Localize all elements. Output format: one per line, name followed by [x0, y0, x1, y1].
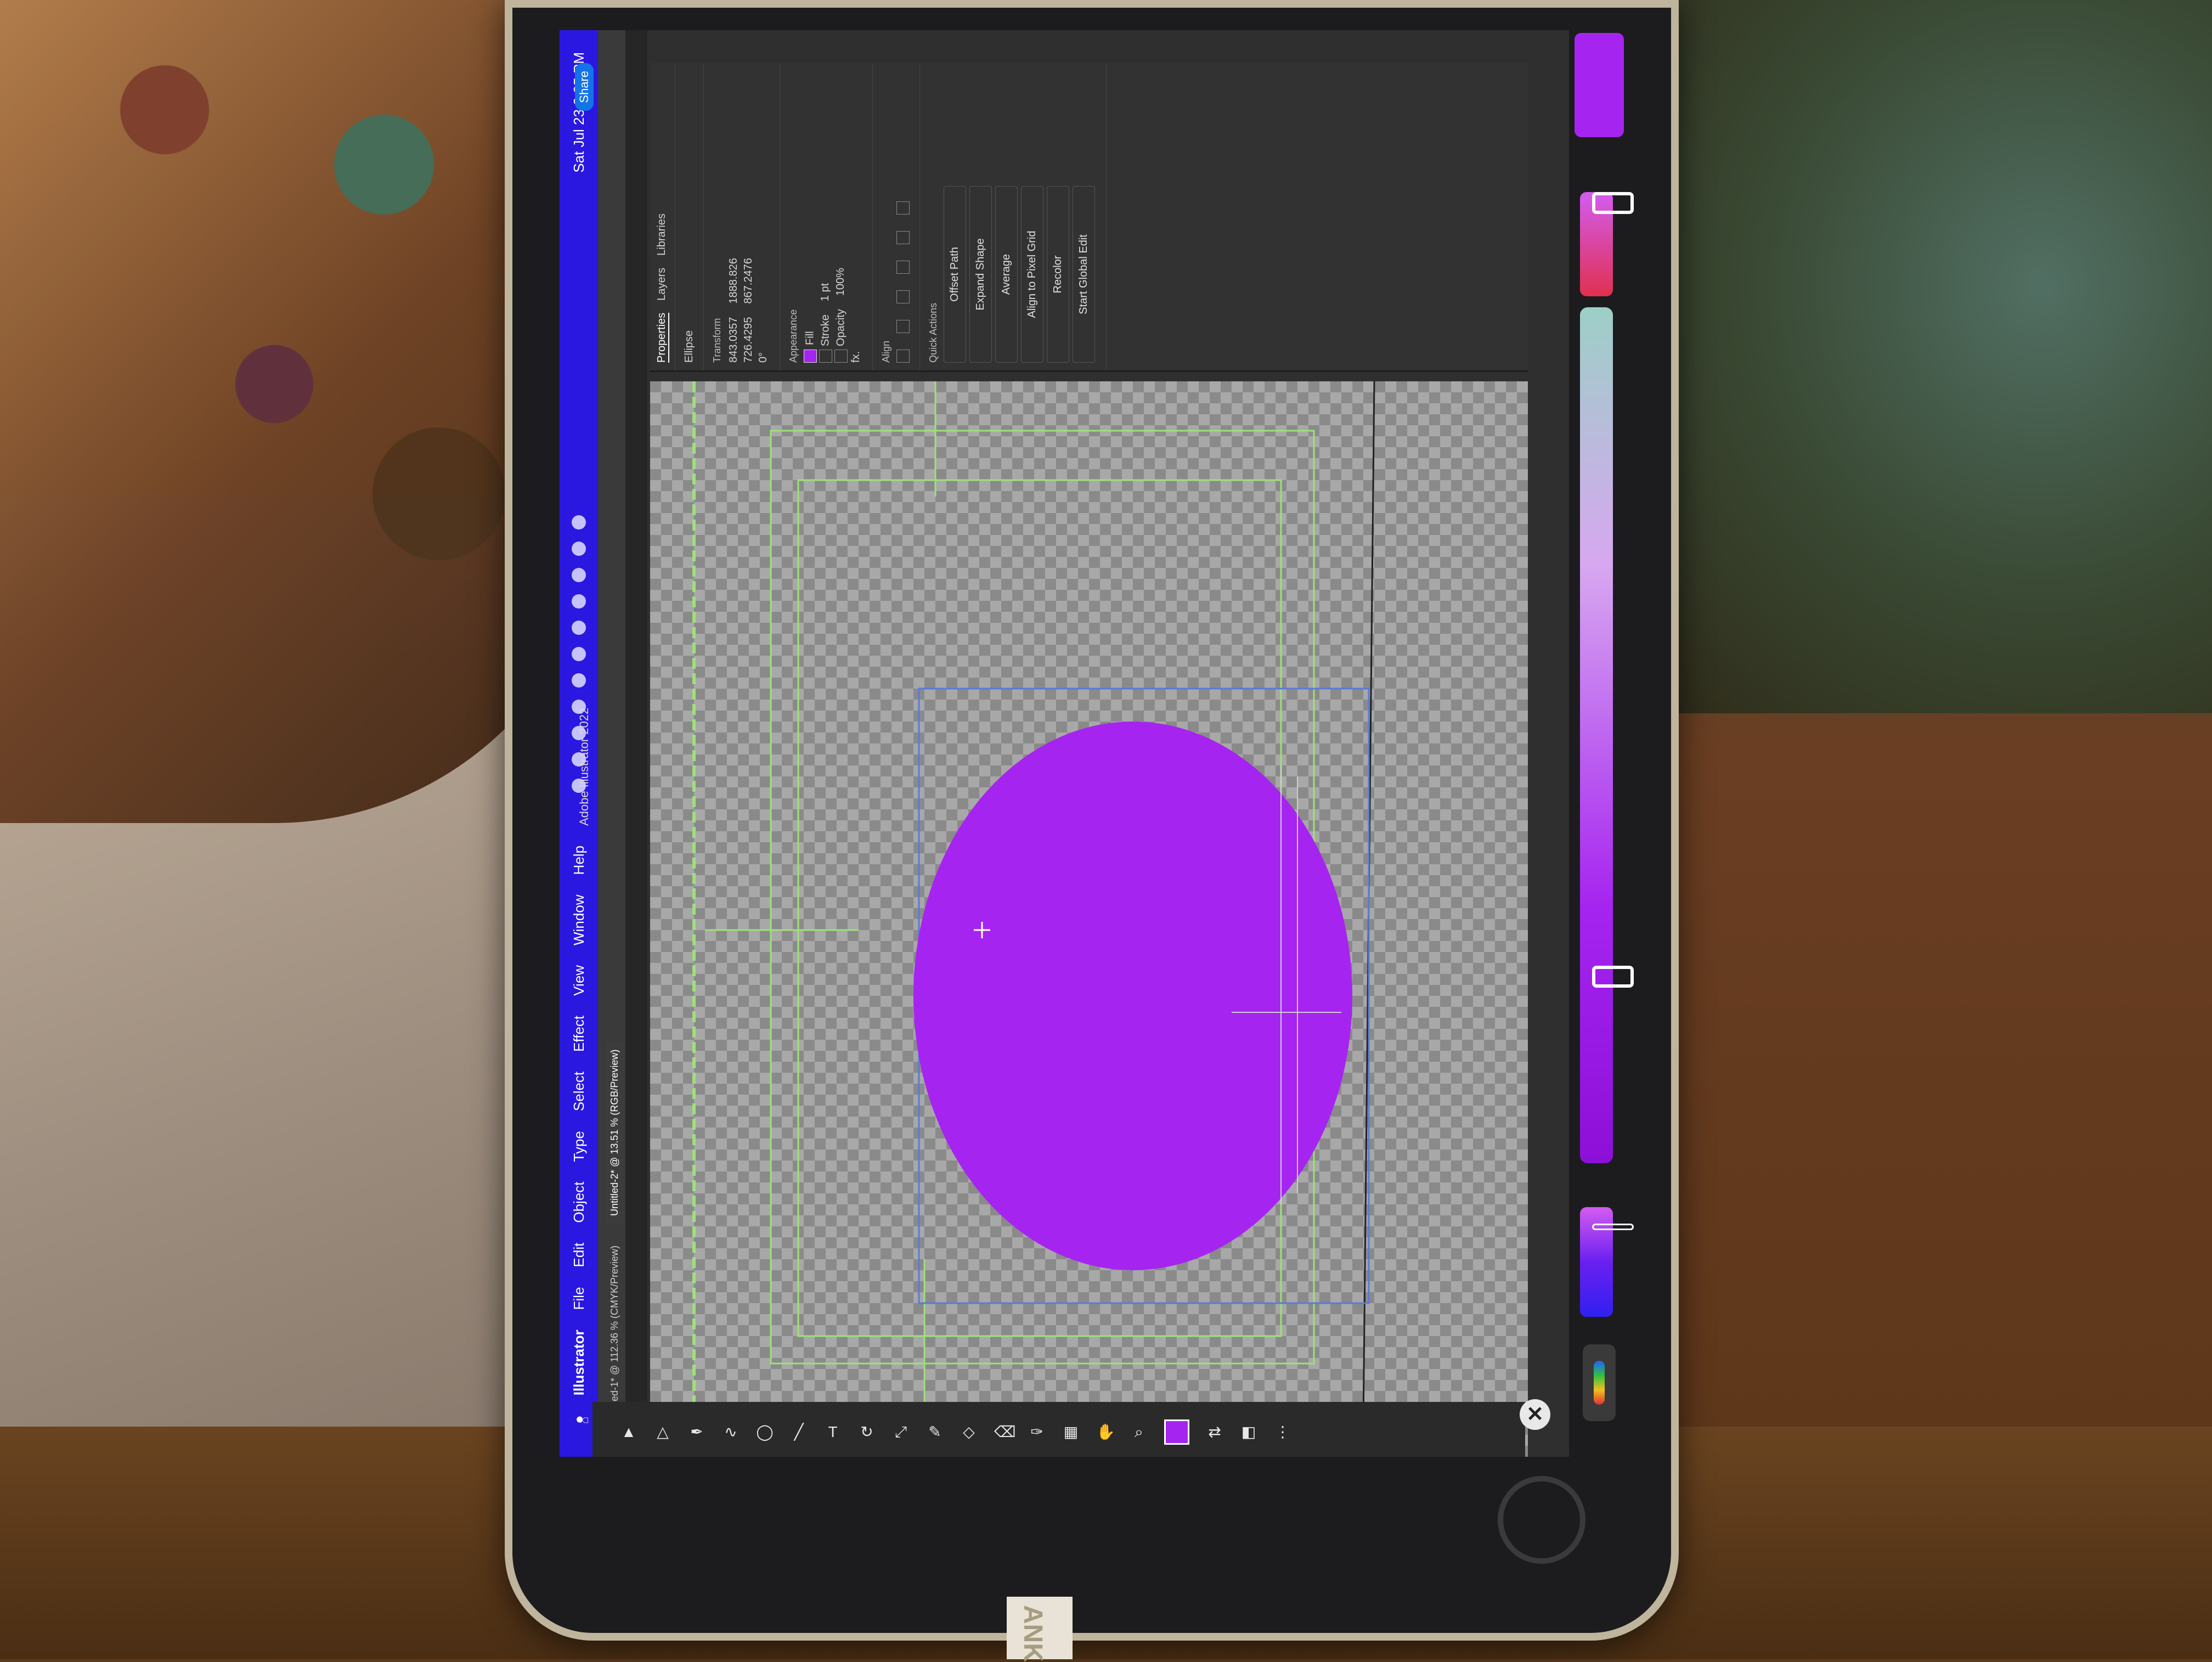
swap-colors-icon[interactable]: ⇄ [1206, 1423, 1223, 1441]
stroke-weight-field[interactable]: 1 pt [819, 283, 832, 301]
opacity-icon [834, 350, 848, 363]
hand-tool-icon[interactable]: ✋ [1096, 1423, 1115, 1441]
align-center-icon[interactable] [896, 320, 910, 333]
gradient-tool-icon[interactable]: ▦ [1062, 1423, 1080, 1441]
panel-tabs: Properties Layers Libraries [650, 63, 675, 370]
align-bottom-icon[interactable] [896, 201, 910, 215]
rotate-tool-icon[interactable]: ↻ [858, 1423, 876, 1441]
transform-section: Transform 843.0357 1888.826 726.4295 867… [704, 63, 780, 370]
start-global-edit-button[interactable]: Start Global Edit [1073, 186, 1095, 363]
expand-shape-button[interactable]: Expand Shape [969, 186, 992, 363]
scale-tool-icon[interactable]: ⤢ [892, 1423, 910, 1441]
opacity-label: Opacity [834, 309, 847, 346]
paintbrush-tool-icon[interactable]: ✎ [926, 1423, 944, 1441]
curvature-tool-icon[interactable]: ∿ [722, 1423, 740, 1441]
document-tab-bar-content: Untitled-1* @ 112.36 % (CMYK/Preview) Un… [603, 30, 625, 1457]
close-button[interactable]: ✕ [1520, 1399, 1550, 1430]
tab-libraries[interactable]: Libraries [656, 213, 669, 256]
spectrum-icon [1594, 1361, 1605, 1405]
eraser-tool-icon[interactable]: ⌫ [994, 1423, 1016, 1441]
document-tab-bar [625, 30, 647, 1457]
stroke-label: Stroke [819, 314, 832, 346]
recolor-button[interactable]: Recolor [1047, 186, 1069, 363]
drawing-mode-icon[interactable]: ◧ [1240, 1423, 1257, 1441]
hue-preview-slider[interactable] [1580, 192, 1634, 296]
transform-title: Transform [712, 318, 723, 363]
current-color-swatch[interactable] [1575, 33, 1624, 137]
stroke-swatch[interactable] [819, 350, 832, 363]
fill-swatch[interactable] [804, 350, 817, 363]
align-section: Align [873, 63, 920, 370]
zoom-tool-icon[interactable]: ⌕ [1130, 1423, 1148, 1441]
tab-layers[interactable]: Layers [656, 268, 669, 301]
properties-panel: Properties Layers Libraries Ellipse Tran… [650, 63, 1528, 372]
pen-tool-icon[interactable]: ✒ [688, 1423, 706, 1441]
tab-untitled-2[interactable]: Untitled-2* @ 13.51 % (RGB/Preview) [605, 1041, 624, 1224]
x-field[interactable]: 843.0357 [727, 317, 740, 363]
w-field[interactable]: 1888.826 [727, 258, 740, 303]
eyedropper-tool-icon[interactable]: ✑ [1028, 1423, 1046, 1441]
color-slider-panel [1564, 33, 1635, 1438]
align-right-icon[interactable] [896, 290, 910, 303]
selection-type-label: Ellipse [683, 330, 695, 363]
purple-ellipse[interactable] [913, 722, 1352, 1270]
opacity-field[interactable]: 100% [834, 268, 848, 296]
quick-actions-section: Quick Actions Offset Path Expand Shape A… [920, 63, 1107, 370]
fx-button[interactable]: fx. [850, 351, 862, 363]
ellipse-tool-icon[interactable]: ◯ [756, 1423, 774, 1441]
y-field[interactable]: 726.4295 [742, 317, 755, 363]
home-button[interactable] [1498, 1476, 1585, 1564]
average-button[interactable]: Average [995, 186, 1018, 363]
artboard-canvas[interactable] [650, 381, 1528, 1457]
color-gradient-slider[interactable] [1580, 307, 1634, 1163]
hue-slider-knob[interactable] [1592, 192, 1634, 214]
cable-brand-label: ANK [1018, 1605, 1047, 1662]
h-field[interactable]: 867.2476 [742, 258, 755, 303]
artwork-layer [692, 381, 1375, 1457]
align-top-icon[interactable] [896, 261, 910, 274]
tab-untitled-1[interactable]: Untitled-1* @ 112.36 % (CMYK/Preview) [609, 1246, 620, 1424]
selection-section: Ellipse [675, 63, 704, 370]
properties-panel-content: Properties Layers Libraries Ellipse Tran… [650, 63, 1528, 370]
align-left-icon[interactable] [896, 350, 910, 363]
appearance-section: Appearance Fill Stroke 1 pt Opacity 100%… [780, 63, 873, 370]
tint-slider[interactable] [1580, 1207, 1634, 1317]
type-tool-icon[interactable]: T [824, 1423, 842, 1441]
more-tools-icon[interactable]: ⋮ [1274, 1423, 1291, 1441]
tint-slider-knob[interactable] [1592, 1224, 1634, 1230]
appearance-title: Appearance [788, 309, 799, 363]
fill-label: Fill [804, 331, 816, 345]
home-icon[interactable]: ⌂ [577, 1417, 591, 1457]
color-slider-knob[interactable] [1592, 966, 1634, 988]
color-mode-toggle[interactable] [1583, 1344, 1616, 1421]
background-pillow [1646, 0, 2212, 713]
tools-toolbar: ▲ △ ✒ ∿ ◯ ╱ T ↻ ⤢ ✎ ◇ ⌫ ✑ ▦ ✋ ⌕ ⇄ ◧ ⋮ [592, 1402, 1525, 1457]
quick-actions-title: Quick Actions [928, 302, 939, 363]
fill-color-swatch[interactable] [1164, 1419, 1189, 1445]
shape-builder-tool-icon[interactable]: ◇ [960, 1423, 978, 1441]
selection-tool-icon[interactable]: ▲ [620, 1423, 637, 1441]
angle-field[interactable]: 0° [757, 352, 770, 363]
offset-path-button[interactable]: Offset Path [944, 186, 966, 363]
app-title: Adobe Illustrator 2022 [577, 707, 591, 826]
align-title: Align [881, 340, 891, 363]
align-pixel-grid-button[interactable]: Align to Pixel Grid [1021, 186, 1043, 363]
app-title-bar-content: ⌂ Adobe Illustrator 2022 Share [571, 30, 598, 1457]
align-middle-icon[interactable] [896, 231, 910, 244]
line-tool-icon[interactable]: ╱ [790, 1423, 808, 1441]
tab-properties[interactable]: Properties [656, 312, 669, 363]
share-button[interactable]: Share [575, 63, 594, 111]
tablet-screen: ● Illustrator File Edit Object Type Sele… [560, 30, 1569, 1457]
direct-selection-tool-icon[interactable]: △ [654, 1423, 672, 1441]
